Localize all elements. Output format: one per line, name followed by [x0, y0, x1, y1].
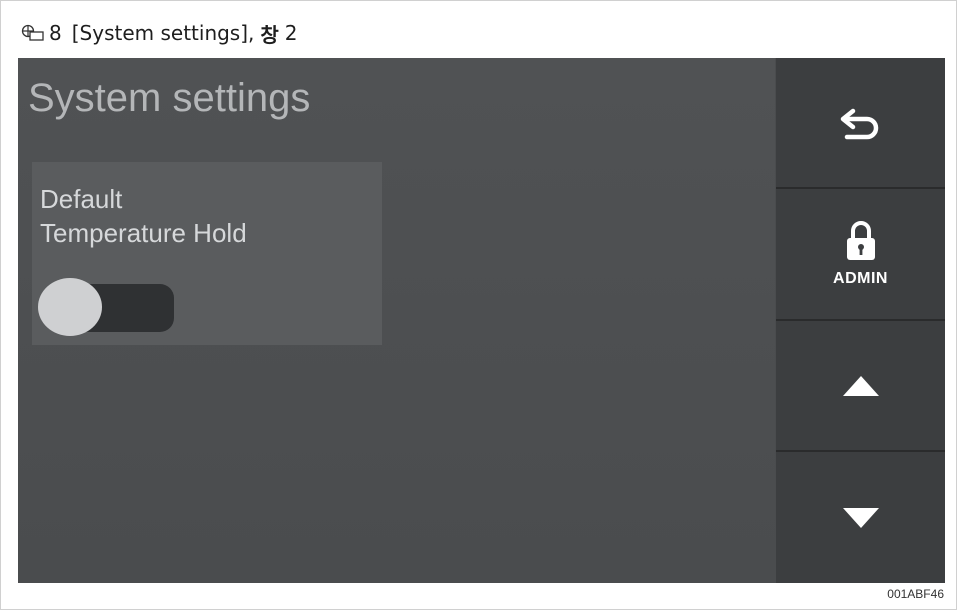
- screen-title: System settings: [28, 76, 311, 120]
- back-arrow-icon: [840, 108, 878, 139]
- figure-frame: 8 [System settings], 창 2 System settings…: [0, 0, 957, 610]
- default-temperature-hold-toggle[interactable]: [38, 278, 174, 336]
- setting-label-line2: Temperature Hold: [40, 218, 247, 248]
- device-screen: System settings Default Temperature Hold: [18, 58, 945, 583]
- window-label: 창: [260, 22, 279, 47]
- figure-caption: 8 [System settings], 창 2: [21, 18, 298, 48]
- admin-label: ADMIN: [833, 270, 888, 287]
- admin-lock-button[interactable]: ADMIN: [776, 189, 945, 319]
- window-number: 2: [284, 21, 298, 45]
- back-button[interactable]: [776, 58, 945, 187]
- setting-label: Default Temperature Hold: [40, 182, 370, 250]
- triangle-up-icon: [842, 375, 879, 396]
- scroll-down-button[interactable]: [776, 452, 945, 583]
- figure-icon: [21, 24, 44, 41]
- padlock-icon: [846, 221, 875, 260]
- figure-number: 8: [49, 21, 62, 45]
- setting-label-line1: Default: [40, 184, 123, 214]
- toggle-knob: [38, 278, 102, 336]
- scroll-up-button[interactable]: [776, 321, 945, 450]
- setting-card-default-temperature-hold: Default Temperature Hold: [32, 162, 382, 345]
- main-area: System settings Default Temperature Hold: [18, 58, 775, 583]
- figure-title: [System settings],: [71, 21, 255, 45]
- figure-code: 001ABF46: [887, 587, 944, 601]
- side-panel: ADMIN: [776, 58, 945, 583]
- triangle-down-icon: [842, 507, 879, 528]
